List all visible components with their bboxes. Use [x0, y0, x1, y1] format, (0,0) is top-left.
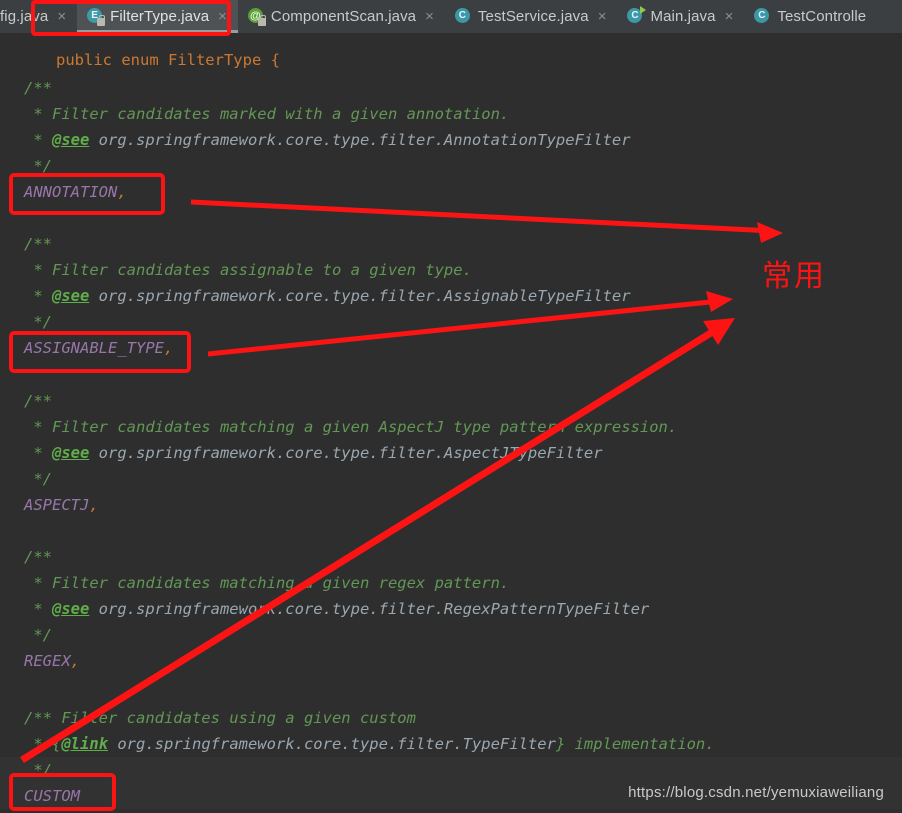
java-class-icon: C	[454, 8, 472, 25]
enum-constant-regex[interactable]: REGEX	[24, 652, 71, 670]
code-text: } implementation.	[555, 735, 715, 753]
code-text: *	[24, 131, 52, 149]
editor-tab-label: Main.java	[650, 8, 716, 25]
code-line: */	[0, 466, 902, 492]
code-line: /**	[0, 388, 902, 414]
code-editor-area[interactable]: public enum FilterType { /** * Filter ca…	[0, 33, 902, 813]
code-line: */	[0, 757, 902, 783]
code-text: *	[24, 444, 52, 462]
close-icon[interactable]: ×	[595, 9, 609, 24]
javadoc-reference[interactable]: org.springframework.core.type.filter.Typ…	[108, 735, 556, 753]
code-text: */	[24, 313, 52, 331]
code-text: */	[24, 761, 52, 779]
code-text: * Filter candidates matching a given Asp…	[24, 418, 678, 436]
watermark-url: https://blog.csdn.net/yemuxiaweiliang	[628, 784, 884, 801]
code-text: ,	[163, 339, 174, 357]
code-text: * Filter candidates marked with a given …	[24, 105, 510, 123]
code-line-enum-constant: ANNOTATION,	[0, 179, 902, 205]
ide-editor-window: fig.java × E FilterType.java × @ Compone…	[0, 0, 902, 813]
editor-tab-label: ComponentScan.java	[270, 8, 417, 25]
code-line: * @see org.springframework.core.type.fil…	[0, 596, 902, 622]
java-class-icon: C	[754, 8, 771, 25]
editor-tab-fig[interactable]: fig.java ×	[0, 0, 77, 33]
enum-constant-custom[interactable]: CUSTOM	[24, 787, 80, 805]
javadoc-reference[interactable]: org.springframework.core.type.filter.Reg…	[89, 600, 650, 618]
close-icon[interactable]: ×	[422, 9, 436, 24]
code-line: /** Filter candidates using a given cust…	[0, 705, 902, 731]
enum-constant-assignable-type[interactable]: ASSIGNABLE_TYPE	[24, 339, 164, 357]
code-line: /**	[0, 75, 902, 101]
code-text: /**	[24, 548, 52, 566]
code-line: * @see org.springframework.core.type.fil…	[0, 127, 902, 153]
code-text: * {	[24, 735, 62, 753]
code-line: * Filter candidates assignable to a give…	[0, 257, 902, 283]
code-text: ,	[117, 183, 127, 201]
editor-tab-testcontroller[interactable]: C TestControlle	[744, 0, 875, 33]
code-text: /**	[24, 392, 52, 410]
java-annotation-icon: @	[247, 8, 266, 26]
editor-tab-testservice[interactable]: C TestService.java ×	[445, 0, 618, 33]
editor-tab-label: TestService.java	[477, 8, 589, 25]
code-text: *	[24, 600, 52, 618]
code-text: ,	[89, 496, 99, 514]
javadoc-see-tag[interactable]: @see	[52, 131, 89, 149]
code-line: * @see org.springframework.core.type.fil…	[0, 283, 902, 309]
editor-tab-label: TestControlle	[777, 8, 867, 25]
code-text: /**	[24, 79, 52, 97]
code-text: */	[24, 157, 52, 175]
enum-constant-annotation[interactable]: ANNOTATION	[24, 183, 117, 201]
code-text: * Filter candidates matching a given reg…	[24, 574, 510, 592]
code-line: * {@link org.springframework.core.type.f…	[0, 731, 902, 757]
code-text: *	[24, 287, 52, 305]
code-text: public enum FilterType {	[56, 51, 280, 69]
code-line-enum-constant: ASPECTJ,	[0, 492, 902, 518]
code-line: */	[0, 153, 902, 179]
javadoc-see-tag[interactable]: @see	[52, 600, 89, 618]
code-text: /**	[24, 235, 52, 253]
code-line-enum-constant: ASSIGNABLE_TYPE,	[0, 335, 902, 361]
code-text: ,	[70, 652, 81, 670]
code-text: */	[24, 470, 52, 488]
javadoc-link-tag[interactable]: @link	[61, 735, 108, 753]
java-runnable-class-icon: C	[627, 6, 647, 25]
javadoc-reference[interactable]: org.springframework.core.type.filter.Ann…	[89, 131, 631, 149]
javadoc-see-tag[interactable]: @see	[52, 287, 89, 305]
close-icon[interactable]: ×	[54, 9, 68, 24]
code-line: */	[0, 309, 902, 335]
enum-constant-aspectj[interactable]: ASPECTJ	[24, 496, 89, 514]
editor-tab-filtertype[interactable]: E FilterType.java ×	[77, 0, 238, 33]
code-line: */	[0, 622, 902, 648]
javadoc-reference[interactable]: org.springframework.core.type.filter.Ass…	[89, 287, 631, 305]
editor-tab-bar[interactable]: fig.java × E FilterType.java × @ Compone…	[0, 0, 902, 33]
code-line: * @see org.springframework.core.type.fil…	[0, 440, 902, 466]
editor-tab-main[interactable]: C Main.java ×	[617, 0, 744, 33]
code-line-enum-constant: REGEX,	[0, 648, 902, 674]
close-icon[interactable]: ×	[215, 9, 229, 24]
code-text: /** Filter candidates using a given cust…	[24, 709, 416, 727]
editor-tab-label: fig.java	[0, 8, 49, 25]
editor-tab-label: FilterType.java	[110, 8, 210, 25]
java-enum-icon: E	[87, 8, 106, 26]
code-text: */	[24, 626, 52, 644]
code-line: * Filter candidates matching a given Asp…	[0, 414, 902, 440]
code-line-enum-declaration: public enum FilterType {	[0, 33, 280, 69]
code-text: * Filter candidates assignable to a give…	[24, 261, 472, 279]
code-line: /**	[0, 544, 902, 570]
code-line: * Filter candidates matching a given reg…	[0, 570, 902, 596]
close-icon[interactable]: ×	[722, 9, 736, 24]
code-line: * Filter candidates marked with a given …	[0, 101, 902, 127]
javadoc-reference[interactable]: org.springframework.core.type.filter.Asp…	[89, 444, 603, 462]
editor-tab-componentscan[interactable]: @ ComponentScan.java ×	[238, 0, 445, 33]
javadoc-see-tag[interactable]: @see	[52, 444, 89, 462]
code-line: /**	[0, 231, 902, 257]
